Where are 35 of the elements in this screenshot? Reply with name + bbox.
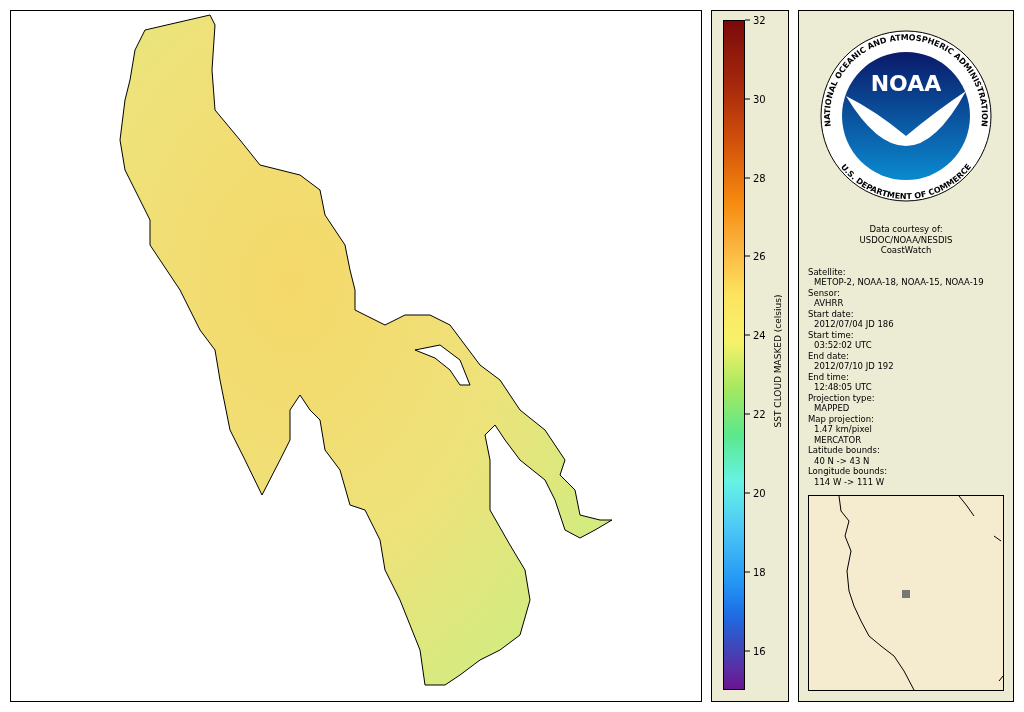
metadata-value: 03:52:02 UTC bbox=[813, 340, 873, 351]
scale-tick-label: 18 bbox=[753, 566, 766, 578]
metadata-value: MERCATOR bbox=[813, 434, 863, 445]
scale-tick-label: 22 bbox=[753, 408, 766, 420]
credit-line: Data courtesy of: bbox=[869, 224, 943, 235]
scale-tick-label: 16 bbox=[753, 645, 766, 657]
metadata-value: METOP-2, NOAA-18, NOAA-15, NOAA-19 bbox=[813, 277, 985, 288]
metadata-label: Map projection: bbox=[808, 413, 875, 424]
metadata-value: AVHRR bbox=[813, 298, 845, 309]
metadata-label: End date: bbox=[808, 350, 850, 361]
metadata-value: 1.47 km/pixel bbox=[813, 424, 873, 435]
metadata-label: Longitude bounds: bbox=[808, 466, 889, 477]
credit-line: USDOC/NOAA/NESDIS bbox=[859, 234, 953, 245]
scale-tick-label: 24 bbox=[753, 329, 766, 341]
metadata-label: Latitude bounds: bbox=[808, 445, 881, 456]
scale-tick-label: 30 bbox=[753, 93, 766, 105]
credit-line: CoastWatch bbox=[880, 245, 932, 256]
region-marker bbox=[902, 590, 910, 598]
metadata-value: 2012/07/04 JD 186 bbox=[813, 319, 895, 330]
metadata-label: Start time: bbox=[808, 329, 855, 340]
scale-tick-label: 20 bbox=[753, 487, 766, 499]
metadata-label: Satellite: bbox=[808, 266, 847, 277]
metadata-value: MAPPED bbox=[813, 403, 851, 414]
metadata-label: Sensor: bbox=[808, 287, 841, 298]
metadata-value: 2012/07/10 JD 192 bbox=[813, 361, 895, 372]
scale-title: SST CLOUD MASKED (celsius) bbox=[773, 294, 783, 428]
metadata-label: Start date: bbox=[808, 308, 855, 319]
metadata-label: End time: bbox=[808, 371, 850, 382]
scale-tick-label: 28 bbox=[753, 172, 766, 184]
metadata-value: 12:48:05 UTC bbox=[813, 382, 873, 393]
scale-tick-label: 32 bbox=[753, 14, 766, 26]
metadata-value: 114 W -> 111 W bbox=[813, 476, 886, 487]
metadata-label: Projection type: bbox=[808, 392, 876, 403]
metadata-value: 40 N -> 43 N bbox=[813, 455, 871, 466]
scale-tick-label: 26 bbox=[753, 250, 766, 262]
